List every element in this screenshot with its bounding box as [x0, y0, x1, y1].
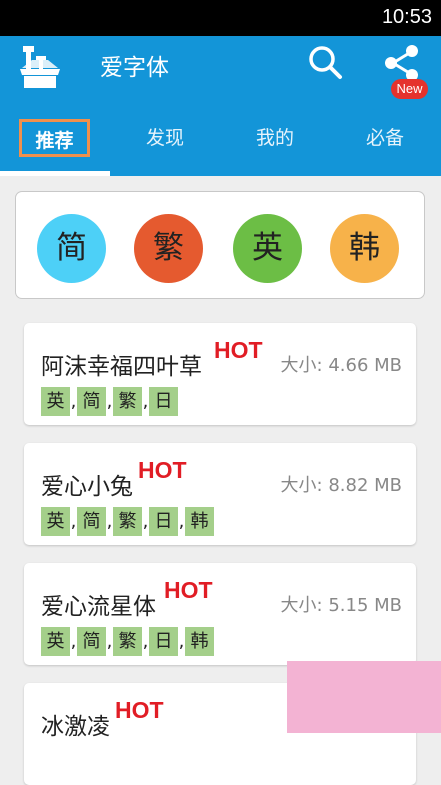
language-tag: 简 [77, 507, 106, 536]
font-name: 爱心流星体 [41, 594, 156, 620]
font-size-label: 大小: 8.82 MB [280, 475, 402, 496]
font-box-icon [20, 46, 60, 88]
hot-label: HOT [115, 697, 164, 723]
app-bar: 爱字体 推荐 发现 我的 必备 [0, 36, 441, 176]
filter-korean[interactable]: 韩 [330, 214, 399, 283]
font-name: 冰激凌 [41, 714, 110, 740]
tag-separator: , [70, 631, 77, 652]
tab-recommend[interactable]: 推荐 [19, 119, 90, 157]
tab-discover[interactable]: 发现 [130, 119, 200, 157]
tag-separator: , [178, 631, 185, 652]
font-size-label: 大小: 5.15 MB [280, 595, 402, 616]
language-tag: 韩 [185, 627, 214, 656]
tag-separator: , [178, 511, 185, 532]
language-tags: 英, 简, 繁, 日, 韩 [41, 627, 214, 656]
filter-english[interactable]: 英 [233, 214, 302, 283]
language-tag: 简 [77, 387, 106, 416]
font-card[interactable]: 爱心小兔 HOT 大小: 8.82 MB 英, 简, 繁, 日, 韩 [24, 443, 416, 545]
new-badge: New [391, 79, 428, 99]
font-name: 阿沫幸福四叶草 [41, 354, 202, 380]
language-tag: 繁 [113, 627, 142, 656]
language-tag: 日 [149, 627, 178, 656]
language-tag: 日 [149, 387, 178, 416]
tag-separator: , [70, 391, 77, 412]
tag-separator: , [106, 631, 113, 652]
language-tag: 日 [149, 507, 178, 536]
app-title: 爱字体 [100, 55, 169, 81]
language-tag: 英 [41, 507, 70, 536]
filter-traditional[interactable]: 繁 [134, 214, 203, 283]
tab-essentials[interactable]: 必备 [350, 119, 420, 157]
tab-mine[interactable]: 我的 [240, 119, 310, 157]
status-time: 10:53 [381, 6, 432, 28]
font-card[interactable]: 阿沫幸福四叶草 HOT 大小: 4.66 MB 英, 简, 繁, 日 [24, 323, 416, 425]
tab-indicator [0, 171, 110, 176]
language-tag: 简 [77, 627, 106, 656]
font-size-label: 大小: 4.66 MB [280, 355, 402, 376]
language-tag: 繁 [113, 387, 142, 416]
language-tag: 英 [41, 387, 70, 416]
language-tag: 繁 [113, 507, 142, 536]
font-name: 爱心小兔 [41, 474, 133, 500]
font-card[interactable]: 爱心流星体 HOT 大小: 5.15 MB 英, 简, 繁, 日, 韩 [24, 563, 416, 665]
status-bar: 10:53 [0, 0, 441, 36]
search-icon[interactable] [306, 44, 344, 82]
share-icon[interactable] [383, 44, 421, 82]
tag-separator: , [142, 391, 149, 412]
hot-label: HOT [214, 337, 263, 363]
language-tags: 英, 简, 繁, 日, 韩 [41, 507, 214, 536]
language-tag: 韩 [185, 507, 214, 536]
tag-separator: , [70, 511, 77, 532]
watermark-overlay [287, 661, 441, 733]
tag-separator: , [106, 511, 113, 532]
filter-simplified[interactable]: 简 [37, 214, 106, 283]
hot-label: HOT [138, 457, 187, 483]
tag-separator: , [106, 391, 113, 412]
tag-separator: , [142, 511, 149, 532]
hot-label: HOT [164, 577, 213, 603]
language-tag: 英 [41, 627, 70, 656]
script-filter-panel: 简 繁 英 韩 [15, 191, 425, 299]
tag-separator: , [142, 631, 149, 652]
language-tags: 英, 简, 繁, 日 [41, 387, 178, 416]
